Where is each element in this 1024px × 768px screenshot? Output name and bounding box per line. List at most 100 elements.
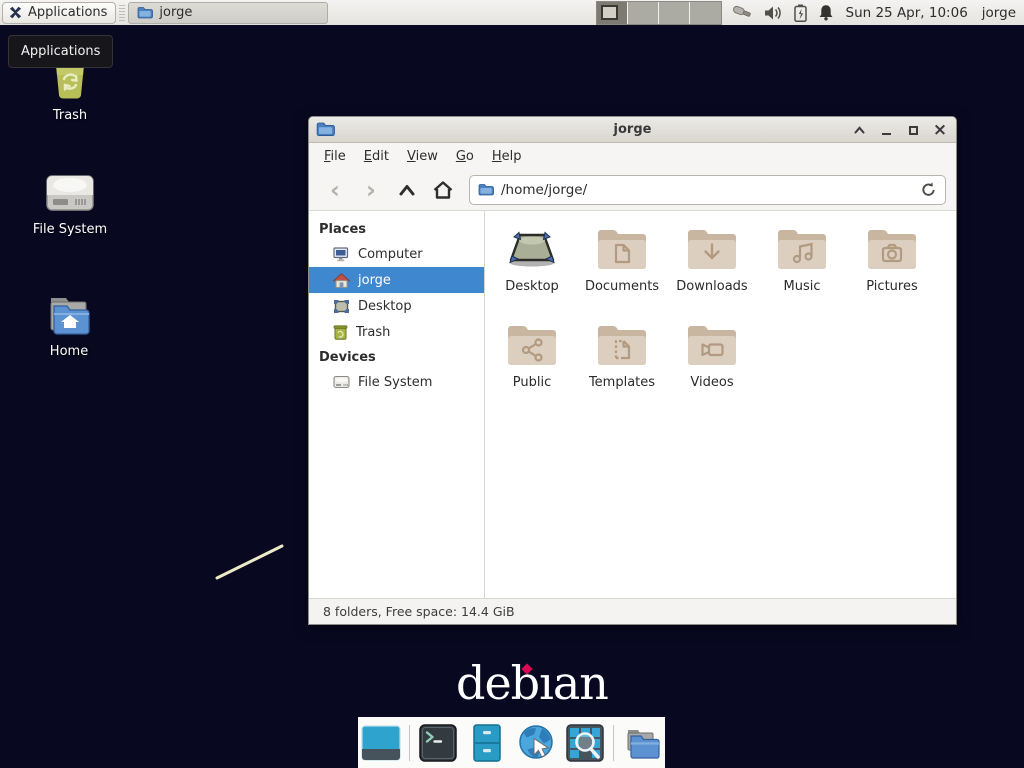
web-browser-icon: [516, 723, 556, 763]
status-bar: 8 folders, Free space: 14.4 GiB: [309, 598, 956, 624]
volume-icon[interactable]: [764, 5, 783, 21]
trash-icon: [333, 324, 348, 340]
computer-icon: [333, 247, 350, 262]
applications-button[interactable]: Applications: [2, 2, 116, 24]
window-titlebar[interactable]: jorge ×: [309, 117, 956, 143]
window-body: Places Computer: [309, 211, 956, 598]
menu-edit[interactable]: Edit: [355, 145, 398, 168]
panel-handle[interactable]: [119, 5, 125, 21]
notifications-bell-icon[interactable]: [818, 4, 834, 21]
folder-label: Pictures: [866, 279, 917, 294]
show-desktop-icon: [361, 723, 401, 763]
sidebar-item-desktop[interactable]: Desktop: [309, 293, 484, 319]
pictures-folder-icon: [866, 225, 918, 271]
battery-charging-icon[interactable]: [794, 4, 807, 22]
dock-separator: [613, 725, 614, 761]
taskbar-button-jorge[interactable]: jorge: [128, 2, 328, 24]
tablet-tool-icon[interactable]: [732, 4, 753, 21]
drive-icon: [333, 375, 350, 389]
menu-help[interactable]: Help: [483, 145, 531, 168]
window-controls: ×: [851, 117, 948, 143]
home-folder-icon: [44, 292, 94, 338]
folder-music[interactable]: Music: [757, 223, 847, 319]
dock-application-finder[interactable]: [564, 722, 606, 764]
menu-file[interactable]: File: [315, 145, 355, 168]
dock-file-cabinet[interactable]: [466, 722, 508, 764]
folder-icon: [137, 6, 153, 19]
top-panel: Applications jorge: [0, 0, 1024, 26]
templates-folder-icon: [596, 321, 648, 367]
sidebar-item-label: File System: [358, 375, 432, 390]
shade-button[interactable]: [851, 122, 867, 138]
dock-panel: [358, 717, 665, 768]
sidebar-item-label: Trash: [356, 325, 390, 340]
sidebar-item-label: jorge: [358, 273, 391, 288]
desktop-icon-file-system[interactable]: File System: [20, 172, 120, 237]
dock-terminal[interactable]: [417, 722, 459, 764]
sidebar-item-trash[interactable]: Trash: [309, 319, 484, 345]
folder-desktop[interactable]: Desktop: [487, 223, 577, 319]
dock-show-desktop[interactable]: [360, 722, 402, 764]
taskbar-window-label: jorge: [159, 5, 192, 20]
panel-username[interactable]: jorge: [982, 5, 1016, 21]
sidebar-item-file-system[interactable]: File System: [309, 369, 484, 395]
file-manager-window: jorge × File Edit View Go Help ‹ ›: [308, 116, 957, 625]
dock-web-browser[interactable]: [515, 722, 557, 764]
workspace-window-preview: [601, 5, 618, 20]
application-finder-icon: [565, 723, 605, 763]
workspace-4[interactable]: [690, 2, 721, 24]
folder-label: Videos: [690, 375, 733, 390]
music-folder-icon: [776, 225, 828, 271]
sidebar-header-devices: Devices: [309, 345, 484, 369]
folder-downloads[interactable]: Downloads: [667, 223, 757, 319]
folder-label: Desktop: [505, 279, 559, 294]
desktop-screen: Applications jorge: [0, 0, 1024, 768]
workspace-2[interactable]: [628, 2, 659, 24]
desktop-icon-label: Trash: [53, 108, 87, 123]
desktop-icon-label: Home: [50, 344, 88, 359]
minimize-button[interactable]: [878, 122, 894, 138]
home-icon: [333, 273, 350, 288]
back-button[interactable]: ‹: [319, 175, 351, 205]
system-tray: [732, 4, 834, 22]
sidebar: Places Computer: [309, 211, 485, 598]
close-button[interactable]: ×: [932, 122, 948, 138]
dock-file-manager[interactable]: [621, 722, 663, 764]
status-text: 8 folders, Free space: 14.4 GiB: [323, 604, 515, 619]
home-button[interactable]: [427, 175, 459, 205]
folder-videos[interactable]: Videos: [667, 319, 757, 415]
folder-label: Public: [513, 375, 551, 390]
workspace-1[interactable]: [597, 2, 628, 24]
folder-documents[interactable]: Documents: [577, 223, 667, 319]
desktop-special-icon: [506, 225, 558, 271]
clock[interactable]: Sun 25 Apr, 10:06: [846, 5, 968, 21]
videos-folder-icon: [686, 321, 738, 367]
desktop-icon-home[interactable]: Home: [19, 292, 119, 359]
menu-go[interactable]: Go: [447, 145, 483, 168]
folder-templates[interactable]: Templates: [577, 319, 667, 415]
reload-icon[interactable]: [920, 181, 937, 198]
folder-label: Downloads: [676, 279, 747, 294]
sidebar-item-computer[interactable]: Computer: [309, 241, 484, 267]
folder-label: Templates: [589, 375, 655, 390]
workspace-switcher: [596, 1, 722, 25]
workspace-3[interactable]: [659, 2, 690, 24]
file-view: Desktop Documents: [485, 211, 956, 598]
path-folder-icon: [478, 183, 494, 196]
folder-public[interactable]: Public: [487, 319, 577, 415]
menu-view[interactable]: View: [398, 145, 447, 168]
applications-tooltip: Applications: [8, 35, 113, 68]
path-text: /home/jorge/: [501, 182, 913, 198]
documents-folder-icon: [596, 225, 648, 271]
folder-pictures[interactable]: Pictures: [847, 223, 937, 319]
wallpaper-swirl-line: [210, 540, 290, 585]
file-manager-folders-icon: [622, 723, 662, 763]
forward-button[interactable]: ›: [355, 175, 387, 205]
up-button[interactable]: [391, 175, 423, 205]
dock-separator: [409, 725, 410, 761]
path-bar[interactable]: /home/jorge/: [469, 175, 946, 205]
sidebar-header-places: Places: [309, 217, 484, 241]
desktop-icon-label: File System: [33, 222, 107, 237]
maximize-button[interactable]: [905, 122, 921, 138]
sidebar-item-jorge[interactable]: jorge: [309, 267, 484, 293]
